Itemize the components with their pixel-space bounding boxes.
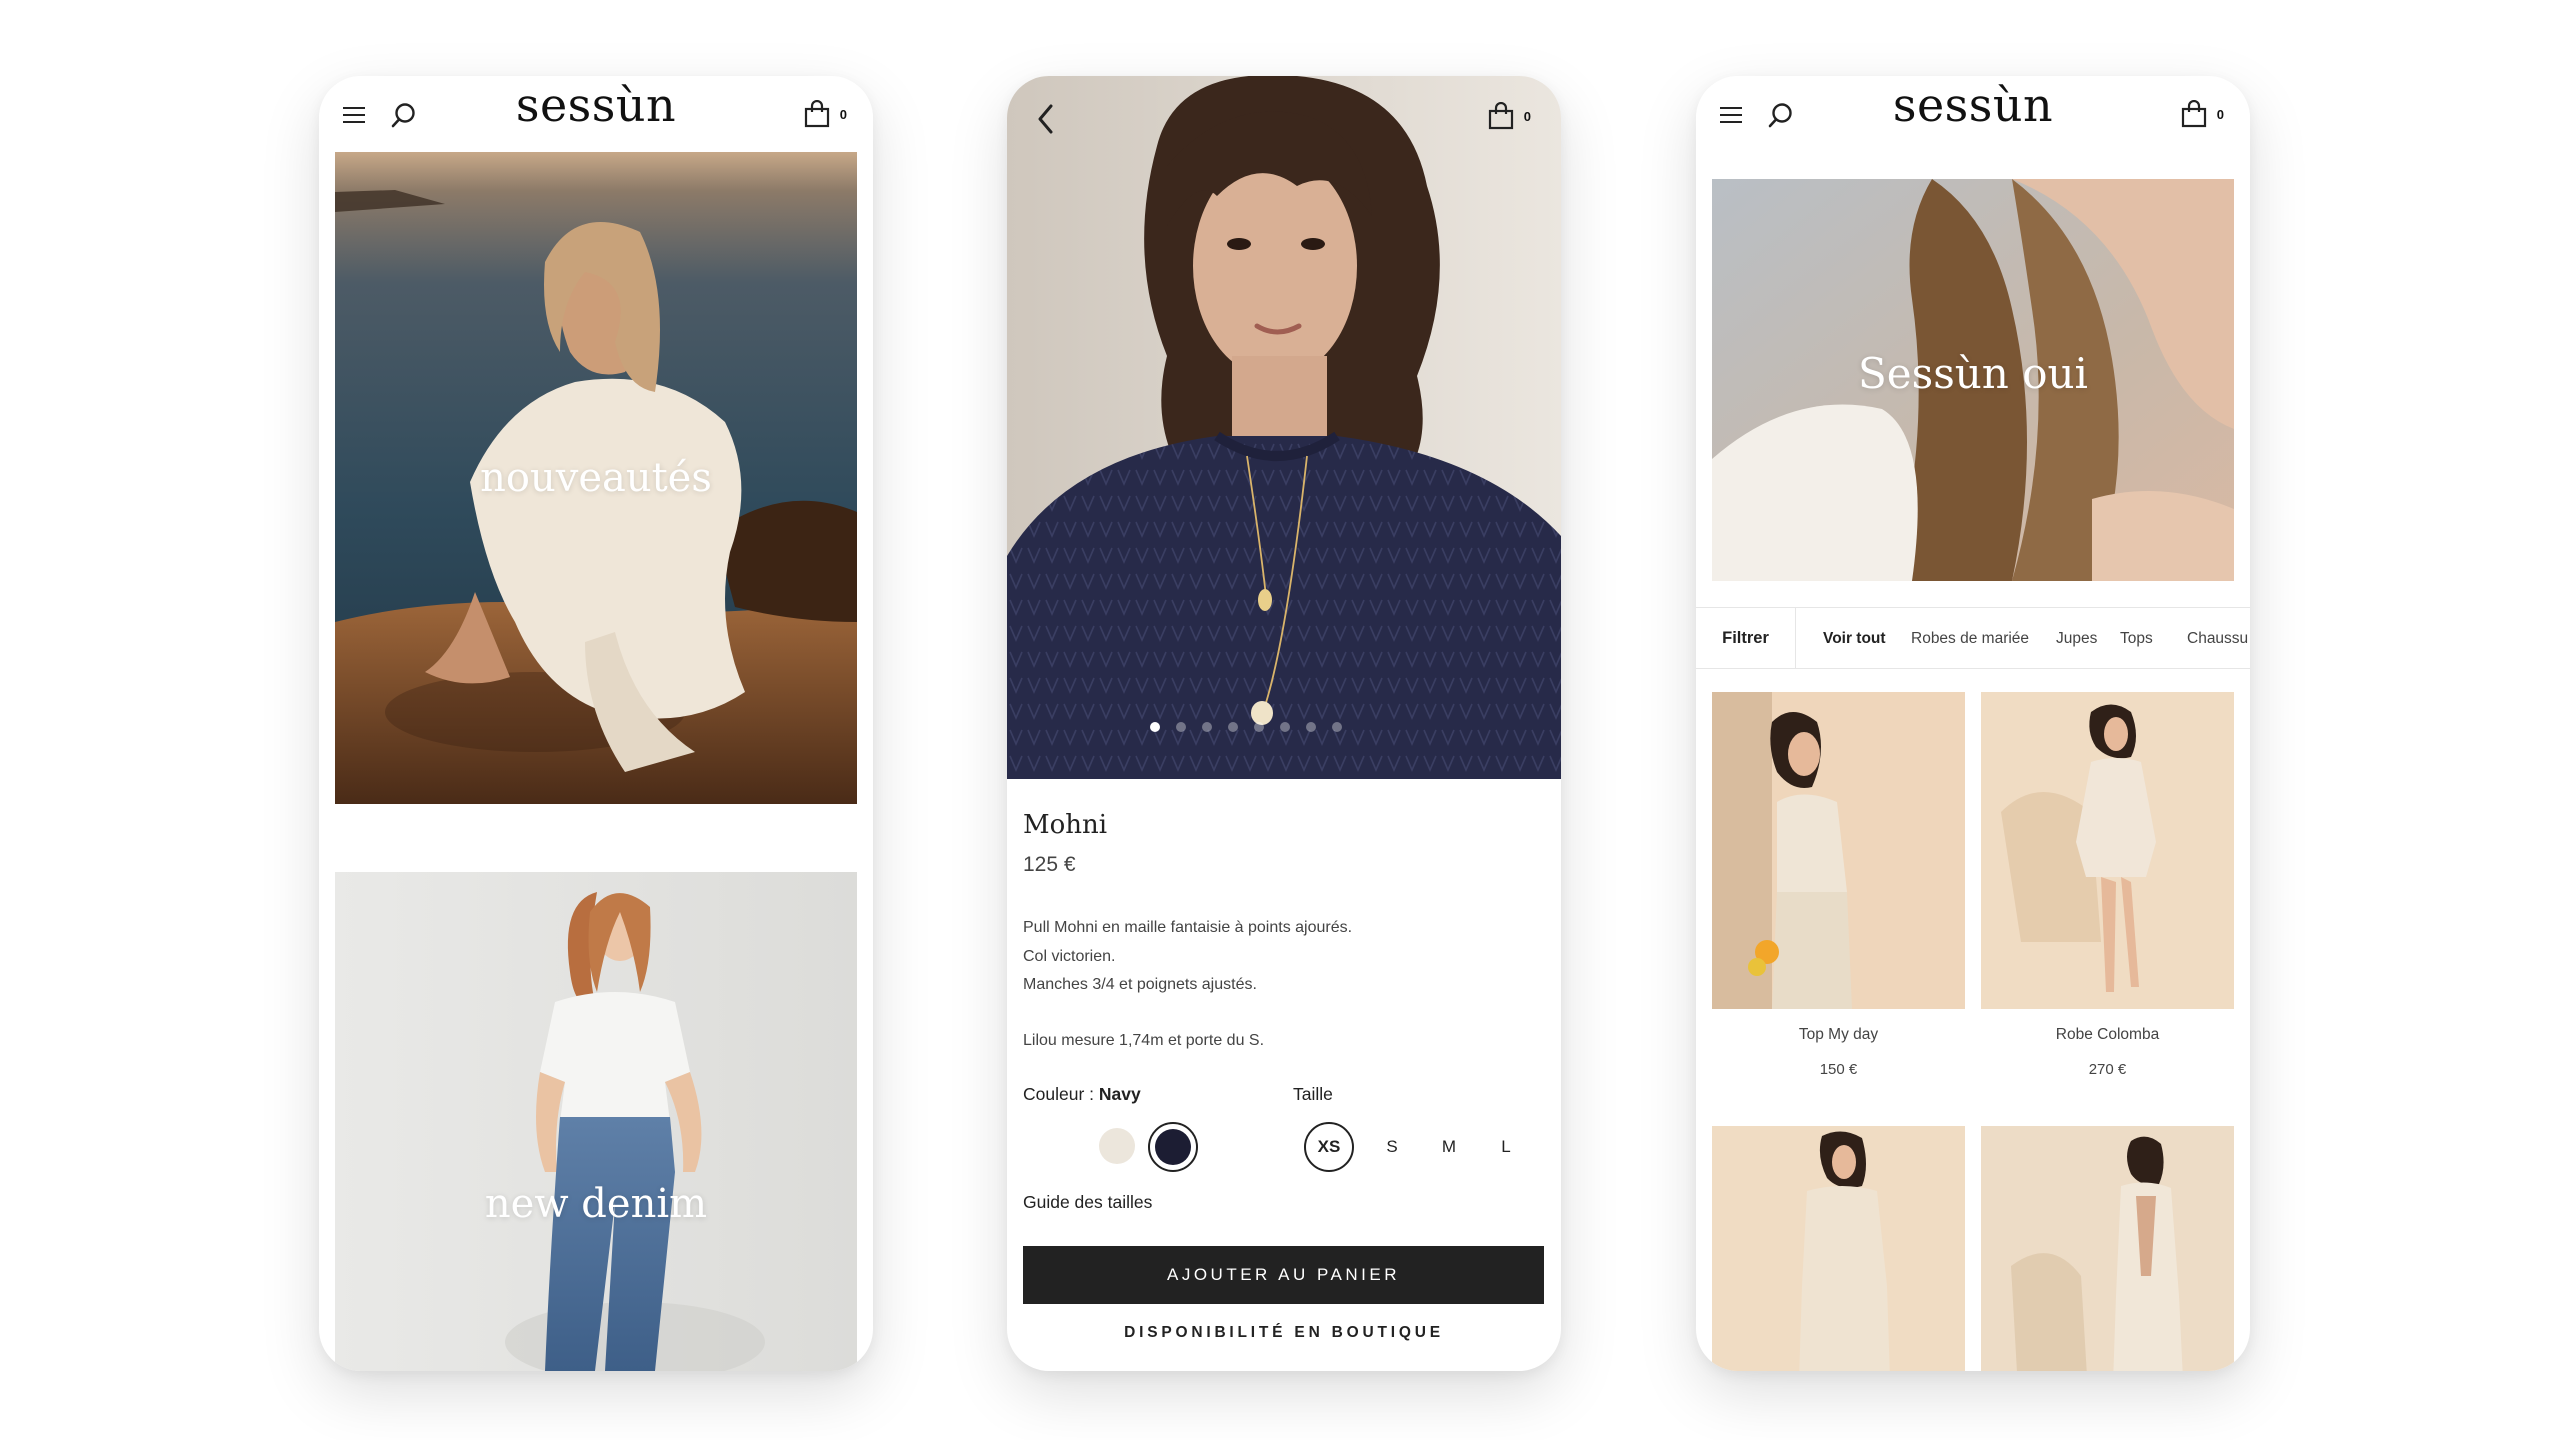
product-image-carousel[interactable]	[1007, 76, 1561, 779]
product-card[interactable]: Robe Colomba 270 €	[1981, 692, 2234, 1078]
carousel-dot[interactable]	[1150, 722, 1160, 732]
selected-color-name: Navy	[1098, 1084, 1141, 1104]
phone-home-screen: sessùn 0 nouveautés new denim	[319, 76, 873, 1371]
product-name: Mohni	[1023, 810, 1108, 840]
cart-count: 0	[839, 106, 847, 122]
product-thumbnail[interactable]	[1712, 1126, 1965, 1371]
shopping-bag-icon	[1488, 102, 1513, 130]
category-tab-jupes[interactable]: Jupes	[2056, 630, 2097, 648]
phone-collection-screen: sessùn 0 Sessùn oui Filtrer Voir tout Ro…	[1696, 76, 2250, 1371]
carousel-dot[interactable]	[1280, 722, 1290, 732]
product-price: 125 €	[1023, 853, 1076, 876]
carousel-dot[interactable]	[1332, 722, 1342, 732]
size-label: Taille	[1293, 1084, 1333, 1104]
filter-button[interactable]: Filtrer	[1696, 608, 1796, 668]
category-tab-tops[interactable]: Tops	[2120, 630, 2153, 648]
description-line: Col victorien.	[1023, 947, 1116, 965]
product-card[interactable]: Top My day 150 €	[1712, 692, 1965, 1078]
cart-button[interactable]: 0	[1488, 102, 1531, 130]
brand-logo[interactable]: sessùn	[1696, 82, 2250, 128]
description-line: Manches 3/4 et poignets ajustés.	[1023, 976, 1257, 993]
phone-product-screen: 0 Mohni 125 € Pull Mohni en maille fanta…	[1007, 76, 1561, 1371]
product-card[interactable]	[1712, 1126, 1965, 1371]
header: sessùn 0	[1696, 76, 2250, 152]
shopping-bag-icon	[2181, 100, 2206, 128]
add-to-cart-button[interactable]: AJOUTER AU PANIER	[1023, 1246, 1544, 1304]
size-option-m[interactable]: M	[1424, 1122, 1474, 1172]
category-filter-bar: Filtrer Voir tout Robes de mariée Jupes …	[1696, 607, 2250, 669]
back-chevron-icon[interactable]	[1035, 102, 1055, 136]
cart-count: 0	[2216, 106, 2224, 122]
color-label-text: Couleur :	[1023, 1084, 1095, 1104]
cart-button[interactable]: 0	[2181, 100, 2224, 128]
product-thumbnail[interactable]	[1981, 692, 2234, 1009]
store-availability-link[interactable]: DISPONIBILITÉ EN BOUTIQUE	[1007, 1324, 1561, 1342]
cart-button[interactable]: 0	[804, 100, 847, 128]
product-thumbnail[interactable]	[1712, 692, 1965, 1009]
hero-banner-nouveautes[interactable]: nouveautés	[335, 152, 857, 804]
hero-banner-new-denim[interactable]: new denim	[335, 872, 857, 1371]
description-line: Pull Mohni en maille fantaisie à points …	[1023, 919, 1353, 936]
carousel-dot[interactable]	[1176, 722, 1186, 732]
product-card[interactable]	[1981, 1126, 2234, 1371]
cart-count: 0	[1523, 108, 1531, 124]
size-option-xs[interactable]: XS	[1304, 1122, 1354, 1172]
color-label: Couleur : Navy	[1023, 1084, 1141, 1105]
model-info: Lilou mesure 1,74m et porte du S.	[1023, 1031, 1265, 1049]
hero-photo	[335, 872, 857, 1371]
product-thumbnail[interactable]	[1981, 1126, 2234, 1371]
hero-title: nouveautés	[480, 455, 712, 501]
collection-banner: Sessùn oui	[1712, 179, 2234, 581]
carousel-dot[interactable]	[1202, 722, 1212, 732]
product-description: Pull Mohni en maille fantaisie à points …	[1023, 914, 1352, 1055]
product-name: Robe Colomba	[2055, 1026, 2160, 1043]
category-tab-voir-tout[interactable]: Voir tout	[1823, 630, 1886, 648]
brand-logo[interactable]: sessùn	[319, 82, 873, 128]
category-tab-chaussures[interactable]: Chaussu	[2187, 630, 2248, 648]
carousel-dot[interactable]	[1306, 722, 1316, 732]
size-option-l[interactable]: L	[1481, 1122, 1531, 1172]
product-photo	[1007, 76, 1561, 779]
color-swatch-cream[interactable]	[1099, 1128, 1135, 1164]
size-guide-link[interactable]: Guide des tailles	[1023, 1192, 1152, 1213]
collection-title: Sessùn oui	[1858, 349, 2088, 398]
product-price: 270 €	[2088, 1061, 2127, 1078]
shopping-bag-icon	[804, 100, 829, 128]
size-option-s[interactable]: S	[1367, 1122, 1417, 1172]
carousel-pagination	[1007, 722, 1561, 732]
hero-title: new denim	[484, 1181, 708, 1227]
category-tab-robes-de-mariee[interactable]: Robes de mariée	[1911, 630, 2029, 648]
product-name: Top My day	[1798, 1026, 1879, 1043]
header: sessùn 0	[319, 76, 873, 152]
carousel-dot[interactable]	[1254, 722, 1264, 732]
product-price: 150 €	[1819, 1061, 1858, 1078]
carousel-dot[interactable]	[1228, 722, 1238, 732]
color-swatch-navy[interactable]	[1155, 1129, 1191, 1165]
